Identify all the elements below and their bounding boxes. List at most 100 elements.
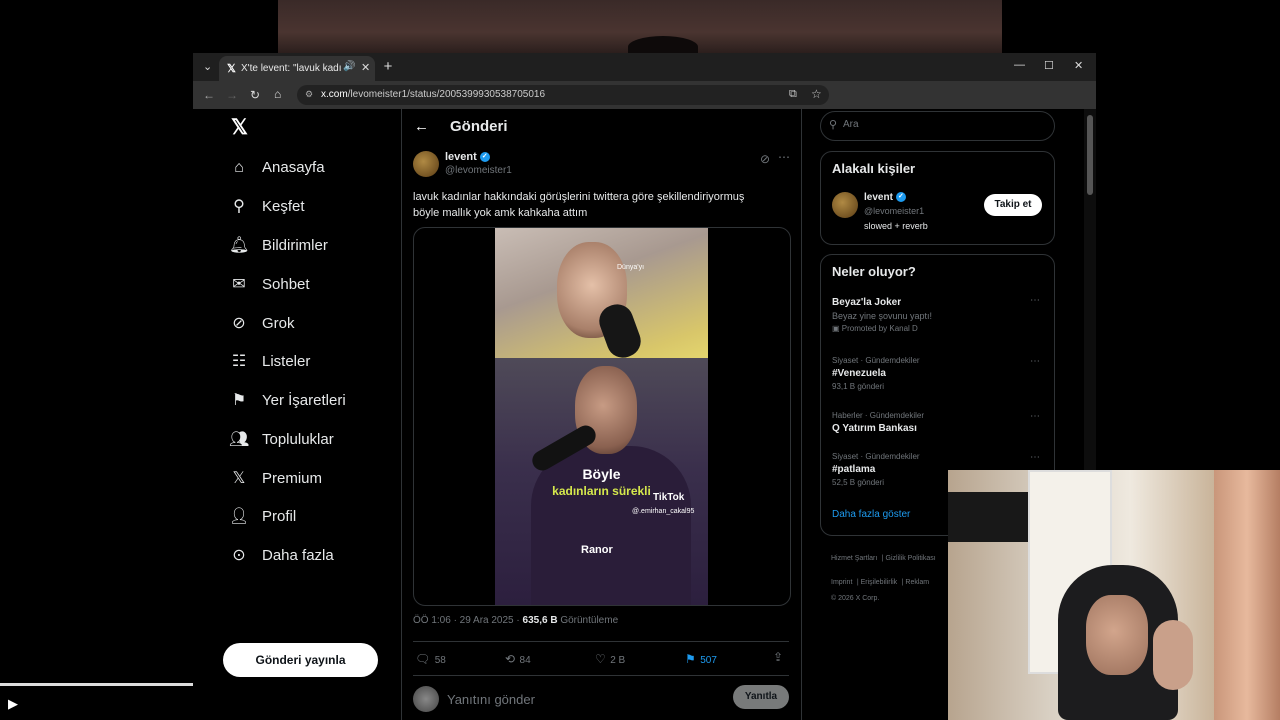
x-favicon-icon: 𝕏 (227, 63, 236, 75)
divider (413, 675, 789, 676)
views-count: 635,6 B (522, 615, 558, 626)
author-name: levent (445, 151, 477, 163)
communities-icon: 👥︎ (229, 431, 250, 448)
stream-progress-bar[interactable] (0, 683, 193, 686)
tab-search-icon[interactable]: ⌄ (203, 60, 212, 73)
back-arrow-icon[interactable]: ← (414, 118, 429, 135)
close-window-button[interactable]: ✕ (1074, 59, 1083, 72)
trend-item[interactable]: Haberler · Gündemdekiler Q Yatırım Banka… (832, 411, 1047, 434)
x-logo-icon: 𝕏 (232, 470, 246, 487)
bookmark-star-icon[interactable]: ☆ (811, 87, 822, 101)
brand-watermark: Ranor (581, 544, 613, 556)
reply-icon: 🗨︎ (415, 652, 431, 666)
tab-bar: ⌄ 𝕏 X'te levent: "lavuk kadınlar 🔊 ✕ + —… (193, 53, 1096, 81)
tab-close-icon[interactable]: ✕ (361, 61, 370, 74)
grok-icon: ⊘ (232, 315, 246, 332)
mail-icon: ✉ (232, 276, 246, 293)
home-icon: ⌂ (234, 159, 244, 176)
maximize-button[interactable]: ☐ (1044, 59, 1054, 72)
heart-icon: ♡ (595, 652, 606, 666)
browser-tab[interactable]: 𝕏 X'te levent: "lavuk kadınlar 🔊 ✕ (219, 56, 375, 81)
relevant-name-row[interactable]: levent ✓ (864, 192, 906, 203)
trend-category: Haberler · Gündemdekiler (832, 411, 925, 420)
minimize-button[interactable]: — (1014, 59, 1025, 71)
reply-button[interactable]: 🗨︎ 58 (415, 650, 446, 668)
more-options-icon[interactable]: ⋯ (1030, 356, 1040, 367)
like-count: 2 B (610, 655, 626, 666)
follow-button[interactable]: Takip et (984, 194, 1042, 216)
footer-link[interactable]: Imprint (831, 579, 852, 586)
share-icon[interactable]: ⇪ (773, 650, 783, 664)
trend-title: Q Yatırım Bankası (832, 423, 917, 434)
tab-title: X'te levent: "lavuk kadınlar (241, 63, 341, 74)
scrollbar-thumb[interactable] (1087, 115, 1093, 195)
more-options-icon[interactable]: ⋯ (1030, 295, 1040, 306)
play-icon[interactable]: ▶ (8, 697, 22, 711)
nav-label: Anasayfa (262, 159, 325, 176)
repost-icon: ⟲ (505, 652, 516, 666)
forward-icon[interactable]: → (226, 88, 238, 102)
relevant-bio: slowed + reverb (864, 221, 928, 231)
like-button[interactable]: ♡ 2 B (595, 650, 625, 668)
video-player[interactable]: Dünya'yı Böyle kadınların sürekli TikTok… (413, 227, 791, 606)
promoted-icon: ▣ (832, 324, 840, 333)
more-options-icon[interactable]: ⋯ (778, 150, 790, 164)
new-tab-button[interactable]: + (379, 58, 397, 76)
reply-count: 58 (434, 655, 446, 666)
search-input[interactable]: Ara (843, 119, 859, 130)
speaker-icon[interactable]: 🔊 (343, 61, 355, 72)
grok-icon[interactable]: ⊘ (760, 152, 770, 166)
back-icon[interactable]: ← (203, 88, 215, 102)
tiktok-handle: @.emirhan_cakal95 (632, 508, 695, 515)
page-title: Gönderi (450, 118, 508, 135)
avatar[interactable] (832, 192, 858, 218)
nav-label: Topluluklar (262, 431, 334, 448)
footer-link[interactable]: Reklam (905, 579, 929, 586)
post-text-line: böyle mallık yok amk kahkaha attım (413, 207, 588, 219)
trend-count: 93,1 B gönderi (832, 382, 885, 391)
footer-link[interactable]: Hizmet Şartları (831, 555, 877, 562)
install-app-icon[interactable]: ⧉ (789, 88, 797, 101)
nav-label: Daha fazla (262, 547, 334, 564)
post-button[interactable]: Gönderi yayınla (223, 643, 378, 677)
footer-link[interactable]: Erişilebilirlik (861, 579, 898, 586)
footer-link[interactable]: Gizlilik Politikası (886, 555, 936, 562)
stream-background (278, 0, 1002, 58)
person-icon: 👤︎ (229, 508, 250, 525)
more-options-icon[interactable]: ⋯ (1030, 452, 1040, 463)
author-name-row[interactable]: levent ✓ (445, 151, 490, 163)
trend-promoted: ▣ Promoted by Kanal D (832, 324, 1047, 333)
relevant-handle: @levomeister1 (864, 206, 925, 216)
site-info-icon[interactable]: ⚙ (305, 89, 313, 100)
more-options-icon[interactable]: ⋯ (1030, 411, 1040, 422)
card-title: Neler oluyor? (832, 264, 916, 279)
avatar[interactable] (413, 151, 439, 177)
reply-submit-button[interactable]: Yanıtla (733, 685, 789, 709)
views-label: Görüntüleme (560, 615, 619, 626)
trend-item[interactable]: Siyaset · Gündemdekiler #Venezuela 93,1 … (832, 356, 1047, 391)
nav-label: Grok (262, 315, 295, 332)
relevant-people-card: Alakalı kişiler levent ✓ @levomeister1 sl… (820, 151, 1055, 245)
author-handle[interactable]: @levomeister1 (445, 165, 512, 176)
search-box[interactable]: ⚲ Ara (820, 111, 1055, 141)
x-logo-icon[interactable]: 𝕏 (231, 115, 248, 140)
search-icon: ⚲ (233, 198, 245, 215)
reload-icon[interactable]: ↻ (250, 88, 260, 102)
trend-item[interactable]: Beyaz'la Joker Beyaz yine şovunu yaptı! … (832, 295, 1047, 333)
repost-button[interactable]: ⟲ 84 (505, 650, 531, 668)
verified-badge-icon: ✓ (895, 192, 906, 203)
my-avatar (413, 686, 439, 712)
bookmark-icon: ⚑ (231, 392, 247, 409)
post-time[interactable]: ÖÖ 1:06 · 29 Ara 2025 · (413, 615, 520, 626)
trend-category: Siyaset · Gündemdekiler (832, 452, 920, 461)
reply-input[interactable]: Yanıtını gönder (447, 692, 535, 707)
more-circle-icon: ⊙ (232, 547, 246, 564)
trend-title: Beyaz'la Joker (832, 297, 902, 308)
action-bar: 🗨︎ 58 ⟲ 84 ♡ 2 B ⚑ 507 ⇪ (413, 650, 789, 668)
verified-badge-icon: ✓ (479, 152, 490, 163)
home-button-icon[interactable]: ⌂ (274, 87, 281, 101)
address-bar[interactable]: ⚙ x.com/levomeister1/status/200539993053… (297, 85, 829, 105)
show-more-link[interactable]: Daha fazla göster (832, 509, 910, 520)
bookmark-button[interactable]: ⚑ 507 (685, 650, 717, 668)
bookmark-icon: ⚑ (685, 652, 696, 666)
